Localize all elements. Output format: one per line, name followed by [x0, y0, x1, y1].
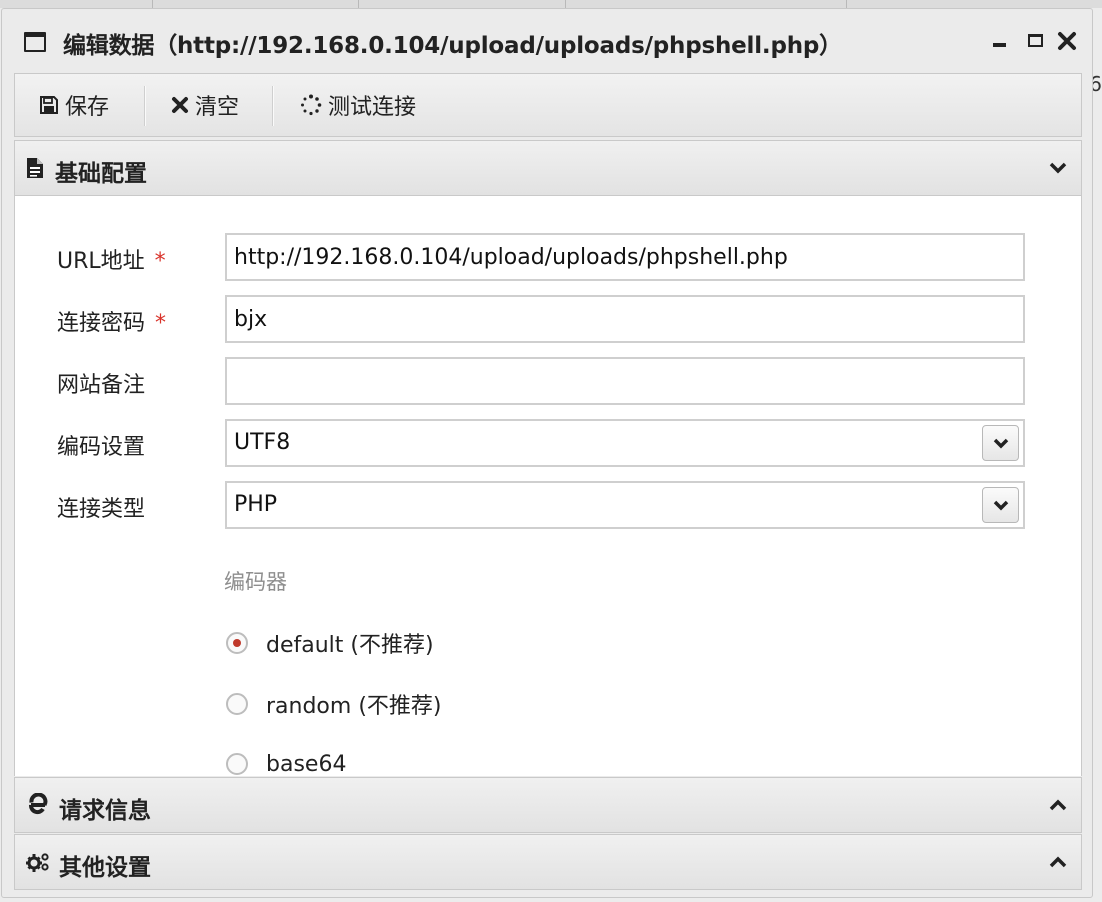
- radio-dot: [233, 639, 241, 647]
- encoding-row: 编码设置 UTF8: [15, 419, 1081, 467]
- password-row: 连接密码 *: [15, 295, 1081, 343]
- tab-separator: [846, 0, 847, 8]
- radio-button-checked[interactable]: [226, 632, 248, 654]
- chevron-down-icon[interactable]: [1047, 157, 1069, 179]
- dropdown-button[interactable]: [982, 425, 1019, 461]
- url-input[interactable]: [225, 233, 1025, 281]
- radio-label: default (不推荐): [266, 633, 434, 658]
- password-label: 连接密码 *: [57, 311, 167, 336]
- edit-data-dialog: 编辑数据（http://192.168.0.104/upload/uploads…: [1, 8, 1093, 898]
- close-icon: [171, 96, 189, 114]
- chevron-up-icon[interactable]: [1047, 851, 1069, 873]
- password-input[interactable]: [225, 295, 1025, 343]
- panel-title-request: 请求信息: [59, 798, 151, 824]
- background-tab-strip: [0, 0, 1102, 8]
- minimize-button[interactable]: [987, 27, 1011, 54]
- radio-button[interactable]: [226, 753, 248, 775]
- required-mark: *: [154, 249, 166, 274]
- panel-header-request[interactable]: 请求信息: [14, 777, 1082, 833]
- toolbar-divider: [144, 86, 146, 126]
- close-icon: [1058, 32, 1076, 50]
- gears-icon: [26, 852, 50, 872]
- save-label: 保存: [65, 95, 110, 120]
- panel-header-other[interactable]: 其他设置: [14, 834, 1082, 890]
- title-bar[interactable]: 编辑数据（http://192.168.0.104/upload/uploads…: [2, 9, 1092, 71]
- clear-button[interactable]: 清空: [171, 90, 239, 120]
- browser-e-icon: [26, 793, 48, 815]
- type-value: PHP: [234, 492, 278, 517]
- radio-button[interactable]: [226, 693, 248, 715]
- url-label: URL地址 *: [57, 249, 166, 274]
- required-mark: *: [155, 311, 167, 336]
- document-icon: [26, 157, 44, 179]
- minimize-icon: [992, 43, 1006, 47]
- test-connection-label: 测试连接: [328, 95, 417, 120]
- panel-body-basic: URL地址* 连接密码* 网站备注 编码设置 UTF8 连接类型 PHP: [14, 196, 1082, 776]
- clear-label: 清空: [195, 95, 240, 120]
- radio-label: random (不推荐): [266, 694, 442, 719]
- type-label: 连接类型: [57, 497, 146, 522]
- test-connection-button[interactable]: 测试连接: [300, 90, 416, 120]
- floppy-disk-icon: [39, 95, 59, 115]
- spinner-icon: [300, 94, 322, 116]
- tab-separator: [358, 0, 359, 8]
- encoder-option-random[interactable]: random (不推荐): [226, 689, 442, 719]
- close-button[interactable]: [1055, 27, 1079, 58]
- encoding-select[interactable]: UTF8: [225, 419, 1025, 467]
- maximize-icon: [1027, 34, 1043, 47]
- encoder-option-base64[interactable]: base64: [226, 749, 346, 776]
- toolbar-divider: [272, 86, 274, 126]
- type-row: 连接类型 PHP: [15, 481, 1081, 529]
- encoder-option-default[interactable]: default (不推荐): [226, 628, 434, 658]
- save-button[interactable]: 保存: [39, 90, 109, 120]
- panel-title-other: 其他设置: [59, 855, 151, 881]
- encoding-label: 编码设置: [57, 435, 146, 460]
- note-row: 网站备注: [15, 357, 1081, 405]
- encoding-value: UTF8: [234, 430, 291, 455]
- chevron-up-icon[interactable]: [1047, 794, 1069, 816]
- chevron-down-icon: [993, 438, 1008, 448]
- tab-separator: [152, 0, 153, 8]
- panel-title-basic: 基础配置: [55, 161, 147, 187]
- note-input[interactable]: [225, 357, 1025, 405]
- radio-label: base64: [266, 751, 347, 777]
- encoder-label: 编码器: [224, 570, 287, 594]
- chevron-down-icon: [993, 500, 1008, 510]
- toolbar: 保存 清空 测试连接: [14, 73, 1082, 137]
- tab-separator: [565, 0, 566, 8]
- dropdown-button[interactable]: [982, 487, 1019, 523]
- window-icon: [24, 32, 46, 52]
- type-select[interactable]: PHP: [225, 481, 1025, 529]
- window-title: 编辑数据（http://192.168.0.104/upload/uploads…: [63, 33, 842, 59]
- panel-header-basic[interactable]: 基础配置: [14, 140, 1082, 196]
- note-label: 网站备注: [57, 373, 146, 398]
- maximize-button[interactable]: [1023, 27, 1047, 54]
- url-row: URL地址 *: [15, 233, 1081, 281]
